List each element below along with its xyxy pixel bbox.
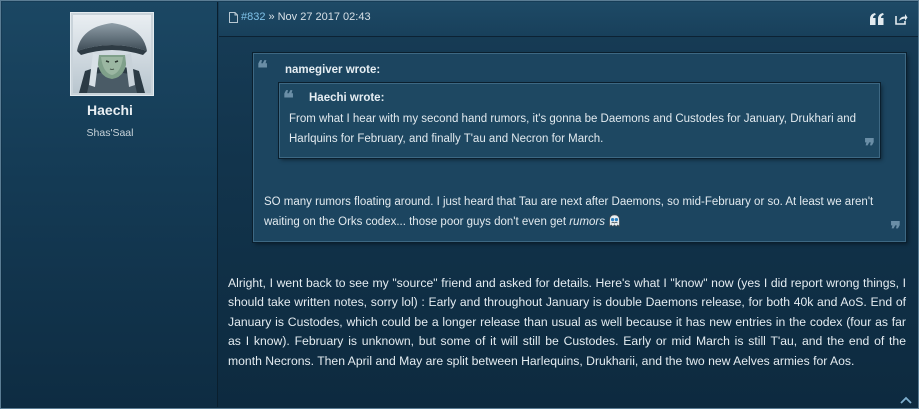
post-header: #832 » Nov 27 2017 02:43 xyxy=(219,2,918,37)
quote-author[interactable]: Haechi wrote: xyxy=(309,92,384,104)
forum-post: Haechi Shas'Saal #832 » Nov 27 2017 02:4… xyxy=(0,0,919,409)
open-quote-icon: ❝ xyxy=(257,56,268,80)
quote-block-inner: ❝ Haechi wrote: From what I hear with my… xyxy=(279,83,880,158)
meta-separator: » xyxy=(268,11,275,23)
user-avatar-icon xyxy=(73,15,151,93)
scroll-to-top-icon[interactable] xyxy=(900,395,912,405)
post-meta: #832 » Nov 27 2017 02:43 xyxy=(229,11,371,23)
close-quote-icon: ❞ xyxy=(864,134,875,158)
quote-button[interactable] xyxy=(867,10,887,28)
quote-text: From what I hear with my second hand rum… xyxy=(289,113,857,145)
close-quote-icon: ❞ xyxy=(890,217,901,241)
share-icon xyxy=(894,14,907,25)
share-button[interactable] xyxy=(891,10,911,28)
post-message-body: Alright, I went back to see my "source" … xyxy=(228,276,906,368)
post-number-link[interactable]: #832 xyxy=(241,11,265,23)
username[interactable]: Haechi xyxy=(2,102,218,118)
quote-text: SO many rumors floating around. I just h… xyxy=(264,192,902,232)
quote-icon xyxy=(870,13,884,25)
quote-author[interactable]: namegiver wrote: xyxy=(285,64,380,76)
quote-block-outer: ❝ namegiver wrote: ❝ Haechi wrote: From … xyxy=(253,53,906,242)
post-date: Nov 27 2017 02:43 xyxy=(277,11,371,23)
user-profile-panel: Haechi Shas'Saal xyxy=(2,2,218,407)
document-icon xyxy=(229,11,238,23)
user-rank-title: Shas'Saal xyxy=(86,127,134,139)
quote-text-emphasis: rumors xyxy=(569,216,605,228)
open-quote-icon: ❝ xyxy=(283,86,294,110)
avatar[interactable] xyxy=(70,12,154,96)
pacman-ghost-smiley-icon xyxy=(609,214,620,227)
